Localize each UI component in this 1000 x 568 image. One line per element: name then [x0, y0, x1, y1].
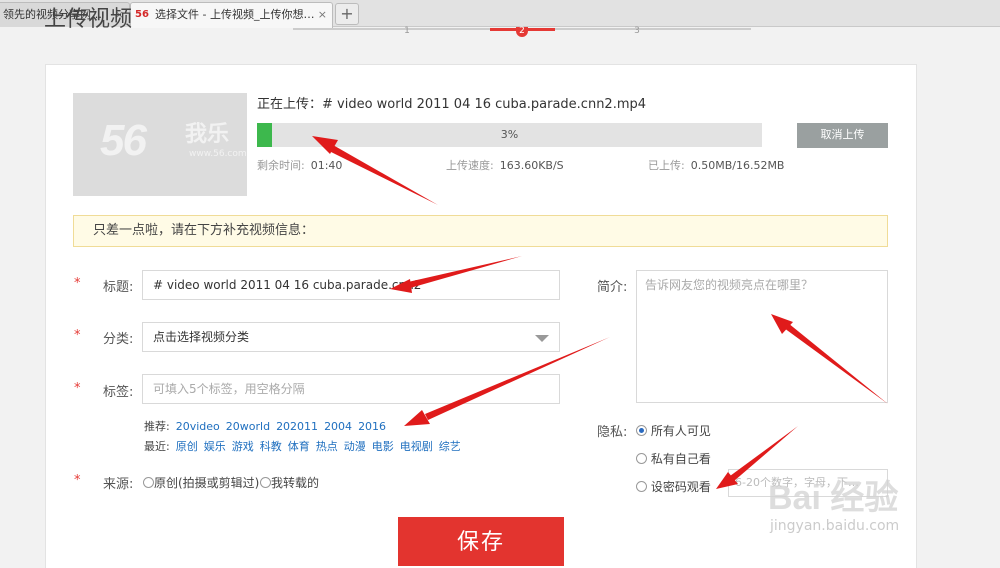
annotation-arrow	[312, 136, 438, 205]
annotation-arrow	[390, 256, 522, 293]
annotation-arrow	[716, 426, 798, 489]
annotation-arrows	[312, 136, 888, 489]
annotation-arrow	[771, 314, 888, 404]
annotation-arrow	[404, 337, 610, 426]
